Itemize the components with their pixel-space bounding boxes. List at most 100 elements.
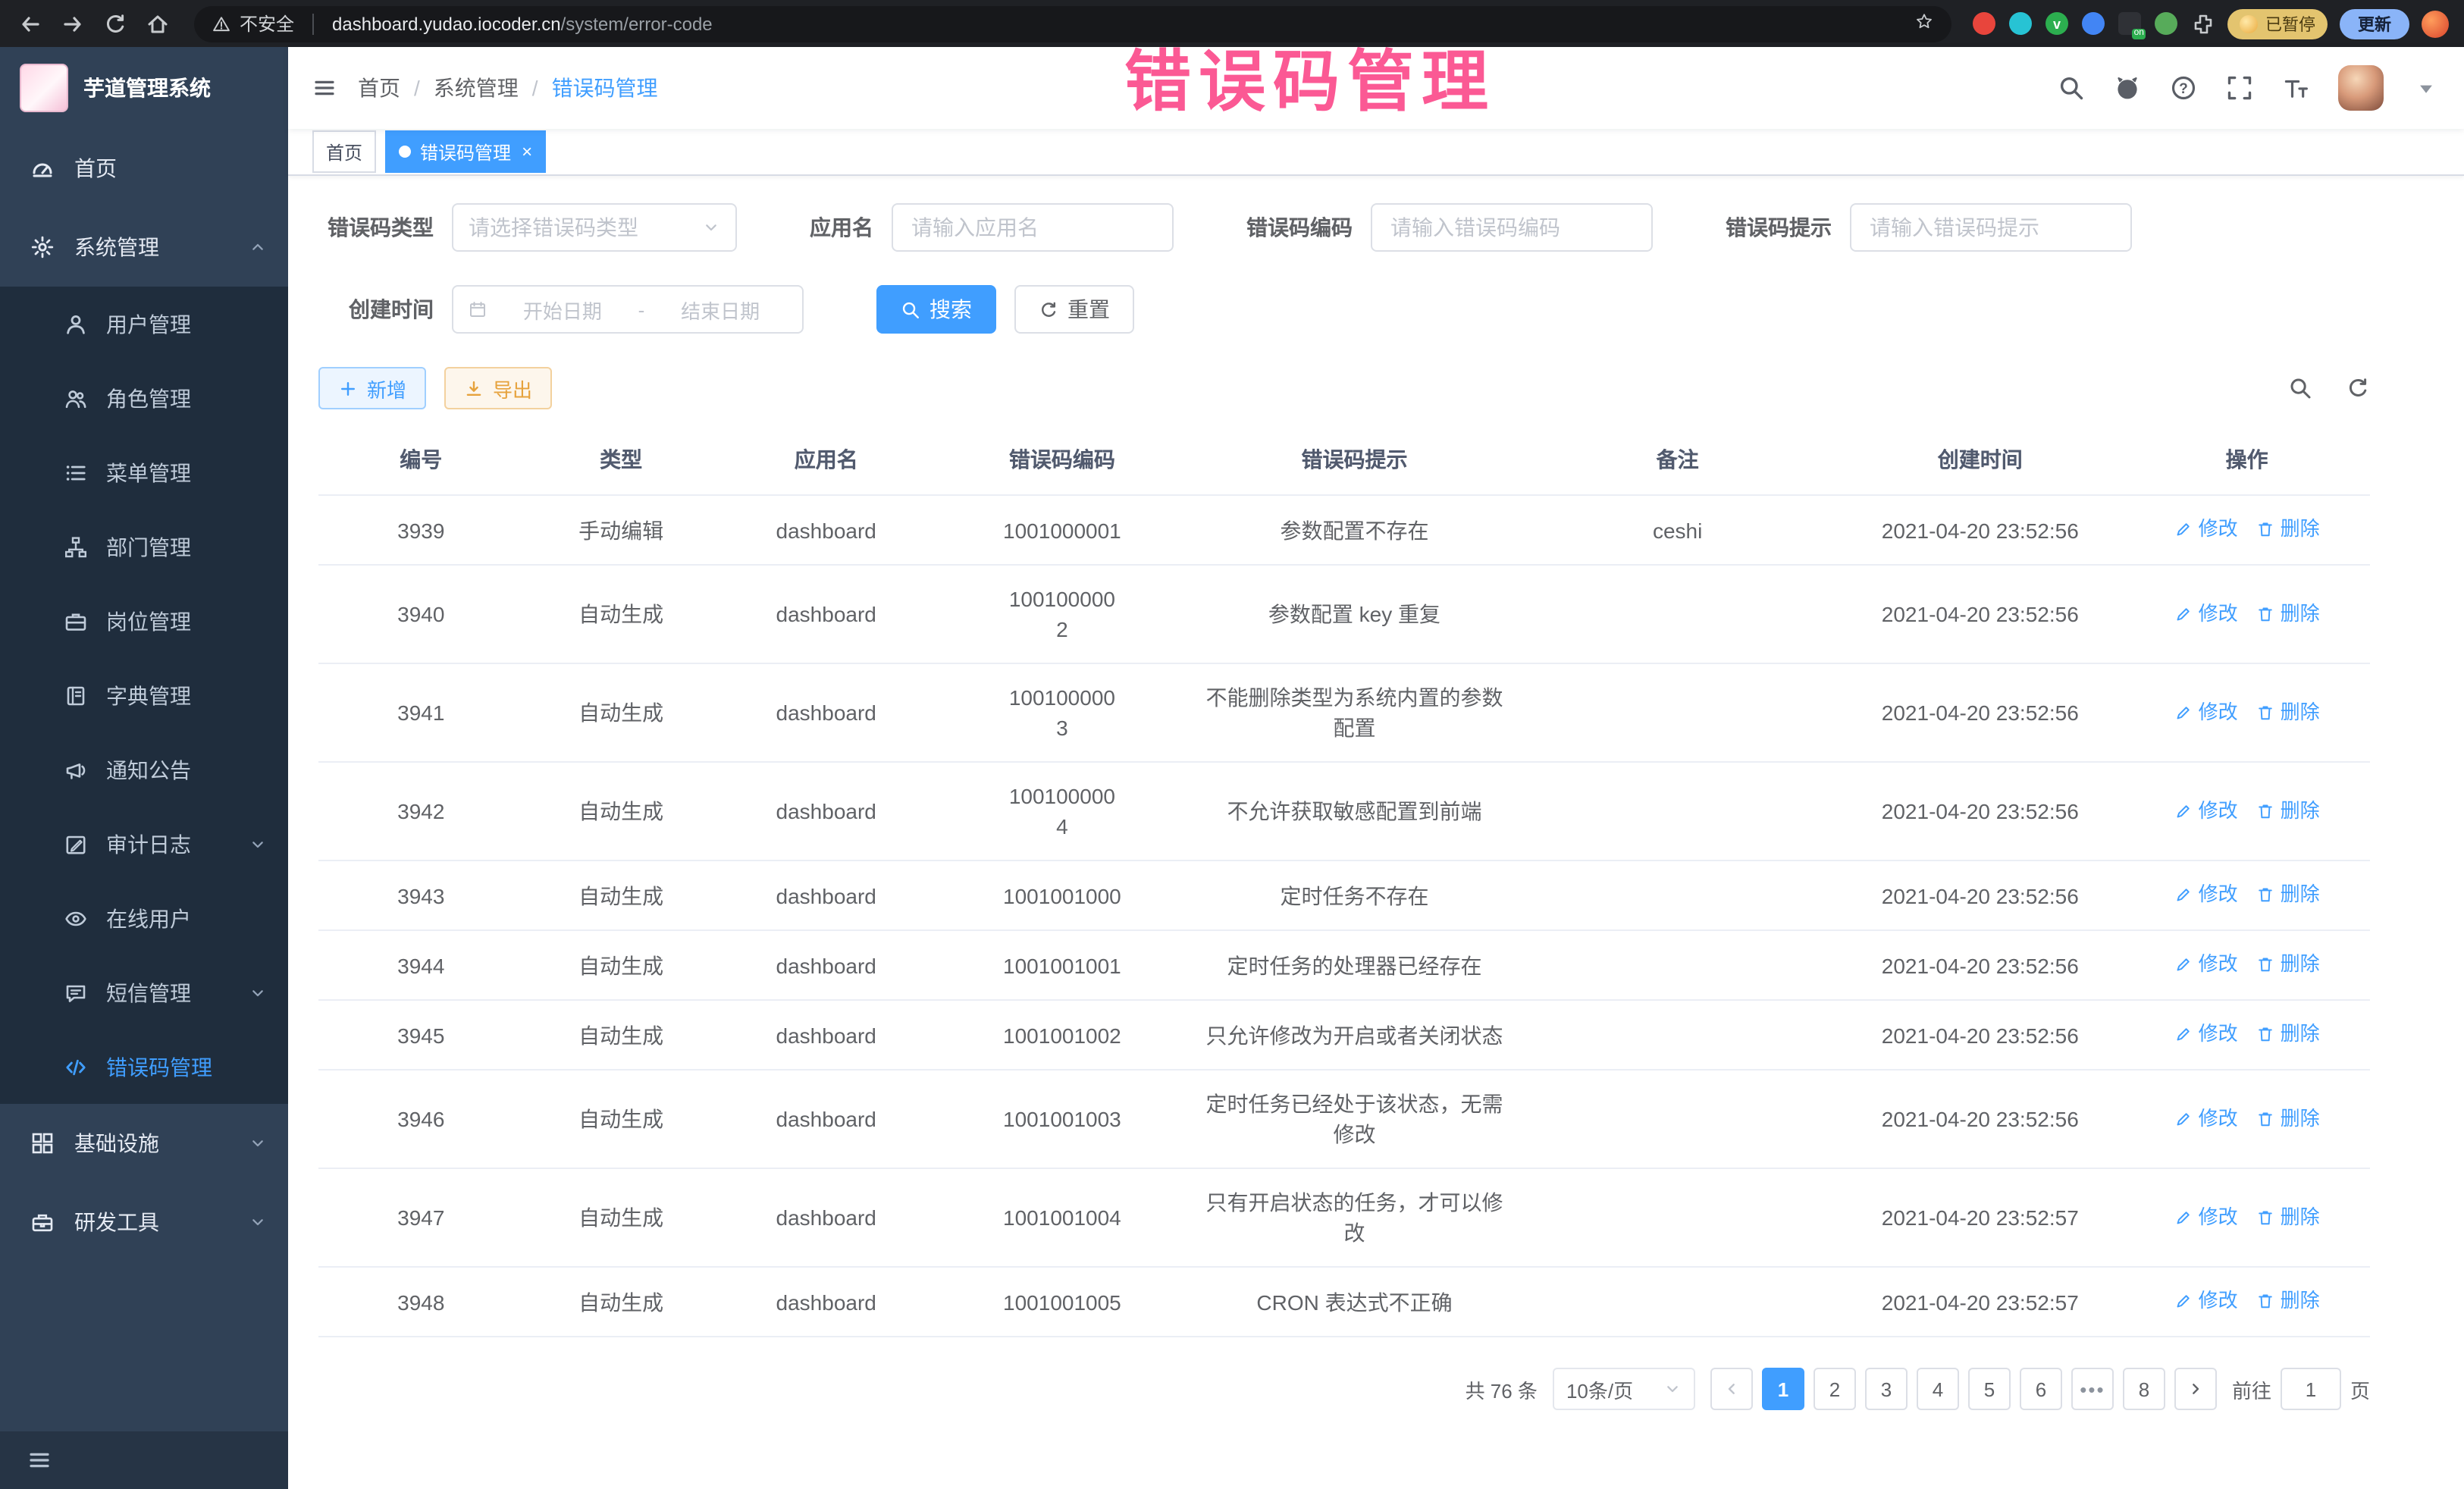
cell-code: 1001001001 [934,930,1190,1000]
sidebar-item-error-code[interactable]: 错误码管理 [0,1030,288,1104]
browser-reload-button[interactable] [100,8,130,39]
sidebar-collapse-icon[interactable] [27,1448,52,1472]
extension-icon-green-check[interactable]: v [2045,12,2068,35]
edit-button[interactable]: 修改 [2174,1286,2238,1316]
delete-button[interactable]: 删除 [2256,879,2320,910]
user-avatar[interactable] [2338,65,2384,111]
sidebar-item-menu[interactable]: 菜单管理 [0,435,288,509]
sidebar-item-post[interactable]: 岗位管理 [0,584,288,658]
browser-profile-avatar[interactable] [2422,10,2449,37]
refresh-list-button[interactable] [2346,376,2370,400]
error-hint-input[interactable] [1867,214,2115,241]
sidebar-item-dept[interactable]: 部门管理 [0,509,288,584]
page-button-4[interactable]: 4 [1917,1368,1959,1410]
search-button[interactable]: 搜索 [876,285,996,334]
sidebar-item-notice[interactable]: 通知公告 [0,732,288,807]
delete-button[interactable]: 删除 [2256,795,2320,826]
tab-error-code[interactable]: 错误码管理 × [385,130,546,173]
edit-button[interactable]: 修改 [2174,879,2238,910]
bookmark-star-button[interactable] [1915,12,1933,35]
date-end-input[interactable]: 结束日期 [654,295,787,324]
sidebar-item-role[interactable]: 角色管理 [0,361,288,435]
delete-button[interactable]: 删除 [2256,1286,2320,1316]
edit-button[interactable]: 修改 [2174,1103,2238,1133]
sidebar-item-dev-tools[interactable]: 研发工具 [0,1183,288,1262]
page-button-8[interactable]: 8 [2123,1368,2165,1410]
browser-update-button[interactable]: 更新 [2340,8,2409,39]
extensions-puzzle-icon[interactable] [2191,11,2215,36]
extension-icon-blue[interactable] [2082,12,2105,35]
delete-button[interactable]: 删除 [2256,598,2320,629]
edit-button[interactable]: 修改 [2174,514,2238,544]
extension-icon-red[interactable] [1973,12,1995,35]
date-range-picker[interactable]: 开始日期 - 结束日期 [452,285,804,334]
extension-icon-tampermonkey[interactable] [2118,12,2141,35]
browser-forward-button[interactable] [58,8,88,39]
toggle-search-button[interactable] [2288,376,2312,400]
sidebar-item-home[interactable]: 首页 [0,129,288,208]
extension-icon-teal[interactable] [2009,12,2032,35]
delete-button[interactable]: 删除 [2256,949,2320,980]
breadcrumb-item[interactable]: 系统管理 [434,73,519,103]
app-name-input[interactable] [908,214,1157,241]
date-start-input[interactable]: 开始日期 [496,295,629,324]
sidebar-item-infra[interactable]: 基础设施 [0,1104,288,1183]
fullscreen-icon[interactable] [2226,74,2253,102]
export-button[interactable]: 导出 [444,367,552,409]
search-icon[interactable] [2058,74,2085,102]
sidebar-item-dict[interactable]: 字典管理 [0,658,288,732]
paused-badge[interactable]: 已暂停 [2227,8,2328,39]
page-button-1[interactable]: 1 [1762,1368,1804,1410]
page-button-2[interactable]: 2 [1814,1368,1856,1410]
sidebar-item-sms[interactable]: 短信管理 [0,955,288,1030]
page-size-select[interactable]: 10条/页 [1553,1368,1695,1410]
edit-button[interactable]: 修改 [2174,598,2238,629]
github-icon[interactable] [2114,74,2141,102]
pagination-more-button[interactable]: ••• [2071,1368,2114,1410]
user-menu-caret-icon[interactable] [2412,74,2440,102]
menu-toggle-button[interactable] [312,76,337,100]
edit-button[interactable]: 修改 [2174,795,2238,826]
delete-icon [2256,604,2274,622]
sidebar-item-user[interactable]: 用户管理 [0,287,288,361]
edit-button[interactable]: 修改 [2174,949,2238,980]
add-button[interactable]: 新增 [318,367,426,409]
sidebar-item-label: 部门管理 [106,531,191,562]
app-logo[interactable]: 芋道管理系统 [0,47,288,129]
delete-button[interactable]: 删除 [2256,514,2320,544]
font-size-icon[interactable] [2282,74,2309,102]
error-type-label: 错误码类型 [318,212,452,243]
error-type-select[interactable]: 请选择错误码类型 [452,203,737,252]
next-page-button[interactable] [2174,1368,2217,1410]
prev-page-button[interactable] [1710,1368,1753,1410]
delete-button[interactable]: 删除 [2256,1202,2320,1232]
goto-page-input[interactable] [2281,1368,2341,1410]
sidebar-item-system[interactable]: 系统管理 [0,208,288,287]
edit-button[interactable]: 修改 [2174,1019,2238,1049]
delete-button[interactable]: 删除 [2256,1019,2320,1049]
cell-id: 3948 [318,1267,524,1337]
cell-remark [1519,565,1836,663]
error-code-input[interactable] [1387,214,1636,241]
delete-button[interactable]: 删除 [2256,1103,2320,1133]
sidebar-item-online-user[interactable]: 在线用户 [0,881,288,955]
delete-button[interactable]: 删除 [2256,697,2320,727]
page-button-5[interactable]: 5 [1968,1368,2011,1410]
reset-button[interactable]: 重置 [1014,285,1134,334]
address-bar[interactable]: 不安全 dashboard.yudao.iocoder.cn/system/er… [194,5,1951,42]
browser-home-button[interactable] [143,8,173,39]
page-button-3[interactable]: 3 [1865,1368,1908,1410]
extension-icon-leaf[interactable] [2155,12,2177,35]
edit-button[interactable]: 修改 [2174,1202,2238,1232]
tab-home[interactable]: 首页 [312,130,376,173]
edit-button[interactable]: 修改 [2174,697,2238,727]
help-icon[interactable] [2170,74,2197,102]
delete-icon [2256,1025,2274,1043]
tab-close-icon[interactable]: × [522,143,532,161]
breadcrumb-item[interactable]: 首页 [358,73,400,103]
table-row: 3942自动生成dashboard100100000 4不允许获取敏感配置到前端… [318,762,2370,860]
page-button-6[interactable]: 6 [2020,1368,2062,1410]
browser-back-button[interactable] [15,8,45,39]
tab-label: 错误码管理 [420,139,511,165]
sidebar-item-audit-log[interactable]: 审计日志 [0,807,288,881]
